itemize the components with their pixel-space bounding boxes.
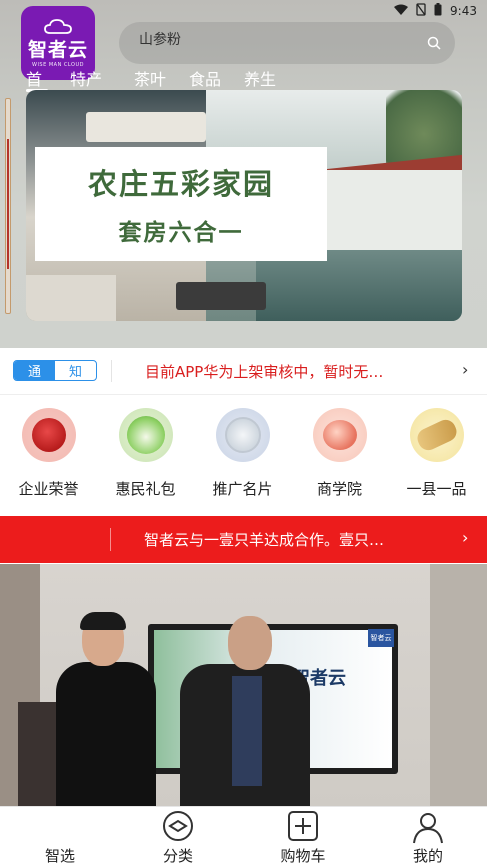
peach-icon [312, 408, 367, 462]
person-right [180, 616, 310, 806]
screen-badge: 智者云 [368, 629, 394, 647]
banner-bed-2 [26, 275, 116, 321]
notice-divider [111, 360, 112, 382]
notice-tag: 通 知 [13, 360, 97, 381]
side-decoration [5, 98, 11, 314]
announcement-bar[interactable]: 智者云与一壹只羊达成合作。壹只… › [0, 516, 487, 563]
tab-specialty[interactable]: 特产 [70, 66, 102, 90]
banner-bed [86, 112, 206, 142]
profile-icon [413, 813, 443, 844]
promo-banner[interactable]: 农庄五彩家园 套房六合一 [26, 90, 462, 321]
wifi-icon [394, 4, 409, 19]
search-placeholder: 山参粉 [139, 32, 181, 48]
nav-label: 智选 [44, 847, 75, 865]
category-tabs: 首 特产 茶叶 食品 养生 [0, 66, 487, 92]
category-business-school[interactable]: 商学院 [291, 408, 388, 499]
announcement-message[interactable]: 智者云与一壹只羊达成合作。壹只… [144, 529, 384, 550]
category-label: 企业荣誉 [18, 480, 79, 498]
nav-label: 我的 [412, 847, 443, 865]
category-county-product[interactable]: 一县一品 [388, 408, 485, 499]
card-icon [215, 408, 270, 462]
category-promo-card[interactable]: 推广名片 [194, 408, 291, 499]
category-enterprise-honor[interactable]: 企业荣誉 [0, 408, 97, 499]
tab-tea[interactable]: 茶叶 [134, 66, 166, 90]
rose-icon [21, 408, 76, 462]
nav-label: 购物车 [280, 847, 326, 865]
no-sim-icon [416, 3, 426, 19]
cart-icon [288, 811, 318, 841]
category-label: 惠民礼包 [115, 480, 176, 498]
bottom-navigation: 智选 分类 购物车 我的 [0, 806, 487, 867]
nav-category[interactable]: 分类 [118, 807, 238, 867]
nav-profile[interactable]: 我的 [368, 807, 487, 867]
banner-table [176, 282, 266, 310]
notice-tag-left: 通 [14, 361, 55, 380]
nav-label: 分类 [162, 847, 193, 865]
battery-icon [434, 3, 442, 19]
category-icon [163, 811, 193, 841]
banner-title-box: 农庄五彩家园 套房六合一 [35, 147, 327, 261]
nav-cart[interactable]: 购物车 [243, 807, 363, 867]
banner-title: 农庄五彩家园 [87, 167, 274, 201]
chevron-right-icon[interactable]: › [462, 360, 468, 379]
cabbage-icon [118, 408, 173, 462]
chevron-right-icon[interactable]: › [462, 528, 468, 547]
notice-tag-right: 知 [68, 365, 82, 380]
quick-categories: 企业荣誉 惠民礼包 推广名片 商学院 一县一品 [0, 408, 487, 508]
tab-food[interactable]: 食品 [189, 66, 221, 90]
category-label: 推广名片 [212, 480, 273, 498]
photo-wall-right [430, 564, 487, 806]
category-label: 一县一品 [406, 480, 467, 498]
announcement-divider [110, 528, 111, 551]
search-bar[interactable]: 山参粉 [119, 22, 455, 64]
tab-home[interactable]: 首 [26, 66, 42, 90]
ginseng-icon [409, 408, 464, 462]
notice-bar[interactable]: 通 知 目前APP华为上架审核中，暂时无… › [0, 348, 487, 395]
banner-house [326, 170, 462, 250]
search-icon[interactable] [427, 36, 441, 50]
category-label: 商学院 [316, 480, 362, 498]
logo-text: 智者云 [27, 39, 88, 61]
cloud-icon [44, 19, 72, 34]
news-photo[interactable]: 智者云 智者云 [0, 564, 487, 806]
nav-home[interactable]: 智选 [0, 807, 120, 867]
person-left [56, 612, 156, 806]
banner-subtitle: 套房六合一 [118, 220, 244, 246]
category-benefit-pack[interactable]: 惠民礼包 [97, 408, 194, 499]
tab-health[interactable]: 养生 [244, 66, 276, 90]
notice-message[interactable]: 目前APP华为上架审核中，暂时无… [145, 361, 383, 382]
status-time: 9:43 [450, 4, 477, 18]
